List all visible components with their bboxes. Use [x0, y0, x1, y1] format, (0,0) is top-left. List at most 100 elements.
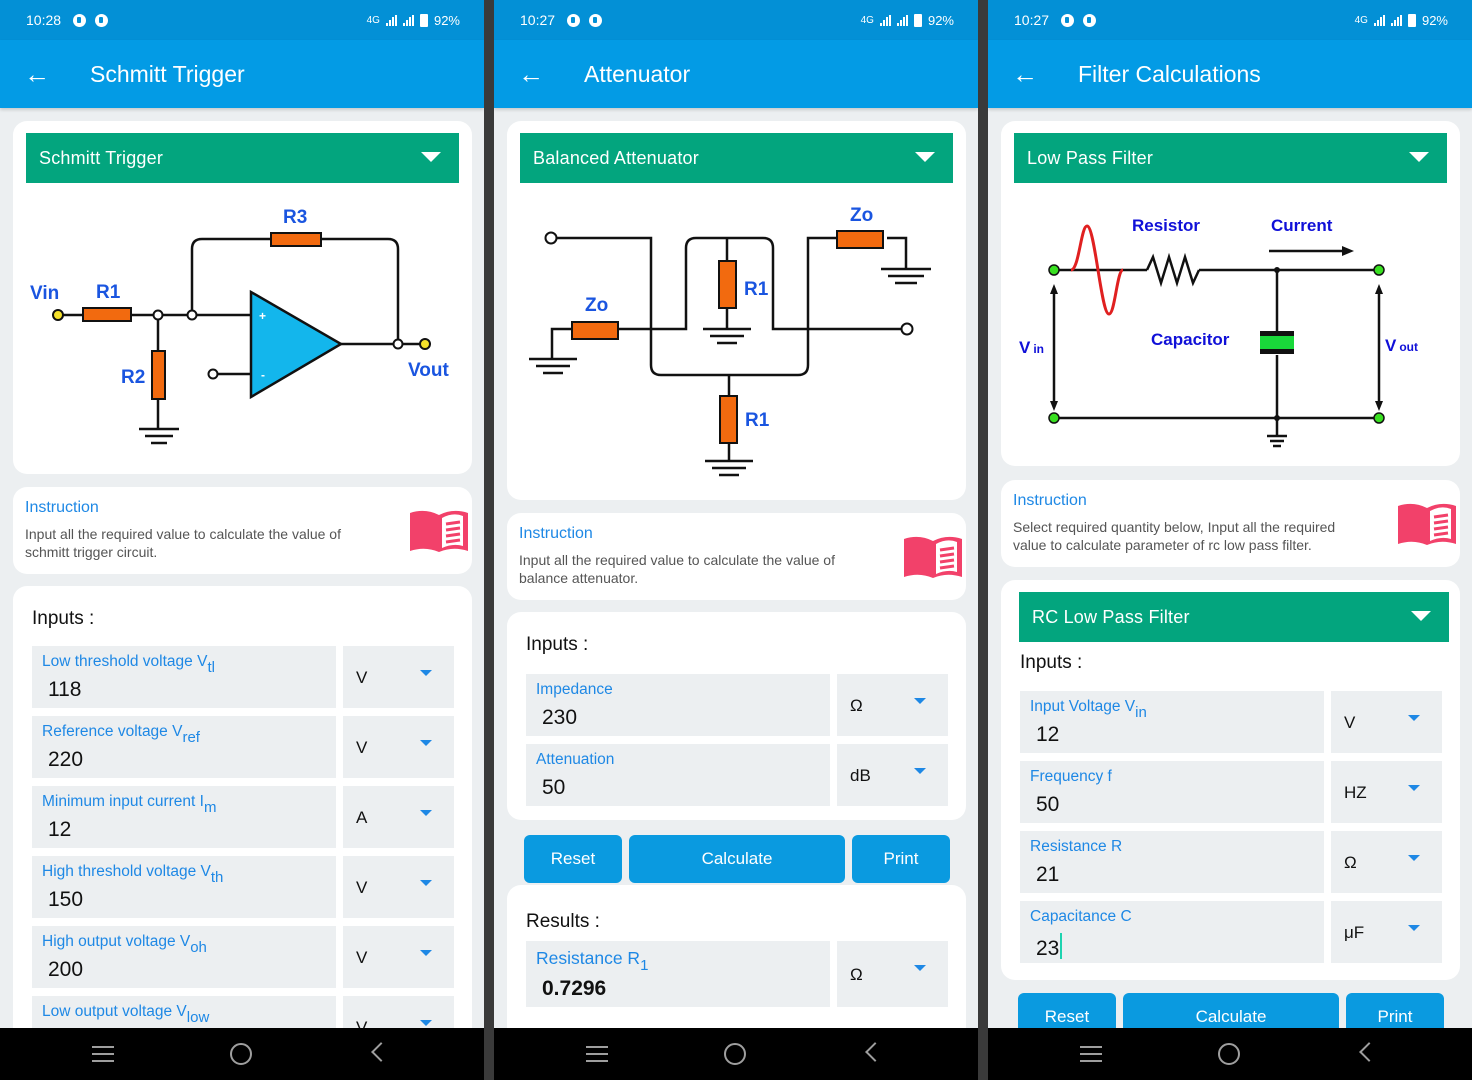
unit-select[interactable]: Ω: [1331, 831, 1442, 893]
chevron-down-icon: [915, 152, 935, 162]
unit-select[interactable]: HZ: [1331, 761, 1442, 823]
dropdown-arrow-icon: [1408, 785, 1420, 791]
unit-select[interactable]: V: [343, 716, 454, 778]
back-icon[interactable]: [865, 1042, 885, 1062]
book-icon[interactable]: [904, 535, 962, 579]
low-output-voltage-input[interactable]: Low output voltage Vlow: [32, 996, 336, 1028]
home-icon[interactable]: [230, 1043, 252, 1065]
notification-icon: [589, 13, 603, 27]
back-arrow-icon[interactable]: ←: [494, 61, 584, 87]
dropdown-arrow-icon: [420, 950, 432, 956]
unit-select[interactable]: Ω: [837, 674, 948, 736]
high-threshold-voltage-input[interactable]: High threshold voltage Vth 150: [32, 856, 336, 918]
circuit-card: Balanced Attenuator Zo Zo R1 R1: [507, 121, 966, 500]
circuit-card: Schmitt Trigger Vin R1 R3 R2 Vout + -: [13, 121, 472, 474]
book-icon[interactable]: [410, 509, 468, 553]
inputs-heading: Inputs :: [1020, 652, 1083, 673]
capacitance-input[interactable]: Capacitance C 23: [1020, 901, 1324, 963]
attenuator-type-selector[interactable]: Balanced Attenuator: [520, 133, 953, 183]
dropdown-arrow-icon: [914, 965, 926, 971]
phone-screen-schmitt-trigger: 10:28 4G 92% ← Schmitt Trigger Schmitt T…: [0, 0, 484, 1080]
resistor-r3: [270, 232, 322, 247]
recent-apps-icon[interactable]: [586, 1046, 608, 1062]
network-type: 4G: [1354, 14, 1368, 26]
print-button[interactable]: Print: [1346, 993, 1444, 1028]
phone-screen-filter-calculations: 10:27 4G 92% ← Filter Calculations Low P…: [988, 0, 1472, 1080]
calculate-button[interactable]: Calculate: [1123, 993, 1339, 1028]
unit-select[interactable]: Ω: [837, 941, 948, 1007]
network-type: 4G: [860, 14, 874, 26]
unit-select[interactable]: A: [343, 786, 454, 848]
home-icon[interactable]: [1218, 1043, 1240, 1065]
signal-icon: [896, 14, 908, 26]
inputs-card: Inputs : Low threshold voltage Vtl 118 V…: [13, 586, 472, 1028]
back-arrow-icon[interactable]: ←: [0, 61, 90, 87]
notification-icon: [567, 13, 581, 27]
battery-icon: [1407, 13, 1416, 27]
attenuation-input[interactable]: Attenuation 50: [526, 744, 830, 806]
label-vin: Vin: [30, 283, 59, 304]
instruction-text: Input all the required value to calculat…: [519, 552, 835, 586]
dropdown-arrow-icon: [1408, 855, 1420, 861]
app-bar: ← Schmitt Trigger: [0, 40, 484, 108]
resistor-r1: [82, 307, 132, 322]
rc-low-pass-filter-diagram: Resistor Current Capacitor Vin Vout: [1019, 216, 1418, 448]
instruction-heading: Instruction: [519, 525, 593, 542]
status-time: 10:27: [520, 12, 556, 28]
app-bar: ← Filter Calculations: [988, 40, 1472, 108]
instruction-card: Instruction Select required quantity bel…: [1001, 480, 1460, 567]
rc-filter-type-selector[interactable]: RC Low Pass Filter: [1019, 592, 1449, 642]
home-icon[interactable]: [724, 1043, 746, 1065]
page-title: Filter Calculations: [1078, 60, 1261, 87]
status-bar: 10:28 4G 92%: [0, 0, 484, 40]
selector-label: Balanced Attenuator: [533, 147, 699, 168]
reference-voltage-input[interactable]: Reference voltage Vref 220: [32, 716, 336, 778]
input-row-attenuation: Attenuation 50 dB: [526, 744, 948, 806]
frequency-input[interactable]: Frequency f 50: [1020, 761, 1324, 823]
back-icon[interactable]: [371, 1042, 391, 1062]
instruction-heading: Instruction: [1013, 492, 1087, 509]
reset-button[interactable]: Reset: [524, 835, 622, 883]
dropdown-arrow-icon: [420, 880, 432, 886]
input-row-impedance: Impedance 230 Ω: [526, 674, 948, 736]
unit-select[interactable]: V: [343, 926, 454, 988]
resistance-r1-result: Resistance R1 0.7296: [526, 941, 830, 1007]
input-row-low-output: Low output voltage Vlow V: [32, 996, 454, 1028]
label-vout: Vout: [408, 360, 449, 381]
high-output-voltage-input[interactable]: High output voltage Voh 200: [32, 926, 336, 988]
print-button[interactable]: Print: [852, 835, 950, 883]
label-r1-bottom: R1: [745, 410, 770, 431]
resistance-input[interactable]: Resistance R 21: [1020, 831, 1324, 893]
impedance-input[interactable]: Impedance 230: [526, 674, 830, 736]
book-icon[interactable]: [1398, 502, 1456, 546]
circuit-type-selector[interactable]: Schmitt Trigger: [26, 133, 459, 183]
back-arrow-icon[interactable]: ←: [988, 61, 1078, 87]
unit-select[interactable]: V: [343, 996, 454, 1028]
calculate-button[interactable]: Calculate: [629, 835, 845, 883]
unit-select[interactable]: V: [1331, 691, 1442, 753]
balanced-attenuator-diagram: Zo Zo R1 R1: [529, 205, 931, 477]
unit-select[interactable]: V: [343, 646, 454, 708]
results-heading: Results :: [526, 911, 600, 932]
battery-percent: 92%: [433, 12, 460, 28]
unit-select[interactable]: V: [343, 856, 454, 918]
current-arrow-icon: [1342, 246, 1354, 256]
unit-select[interactable]: μF: [1331, 901, 1442, 963]
chevron-down-icon: [1411, 611, 1431, 621]
input-voltage-input[interactable]: Input Voltage Vin 12: [1020, 691, 1324, 753]
recent-apps-icon[interactable]: [92, 1046, 114, 1062]
back-icon[interactable]: [1359, 1042, 1379, 1062]
resistor-r2: [151, 350, 166, 400]
minimum-input-current-input[interactable]: Minimum input current Im 12: [32, 786, 336, 848]
input-row-high-output: High output voltage Voh 200 V: [32, 926, 454, 988]
label-resistor: Resistor: [1132, 216, 1200, 235]
unit-select[interactable]: dB: [837, 744, 948, 806]
selector-label: Schmitt Trigger: [39, 147, 164, 168]
signal-icon: [402, 14, 414, 26]
dropdown-arrow-icon: [914, 698, 926, 704]
instruction-text: Input all the required value to calculat…: [25, 526, 341, 560]
filter-type-selector[interactable]: Low Pass Filter: [1014, 133, 1447, 183]
low-threshold-voltage-input[interactable]: Low threshold voltage Vtl 118: [32, 646, 336, 708]
reset-button[interactable]: Reset: [1018, 993, 1116, 1028]
recent-apps-icon[interactable]: [1080, 1046, 1102, 1062]
